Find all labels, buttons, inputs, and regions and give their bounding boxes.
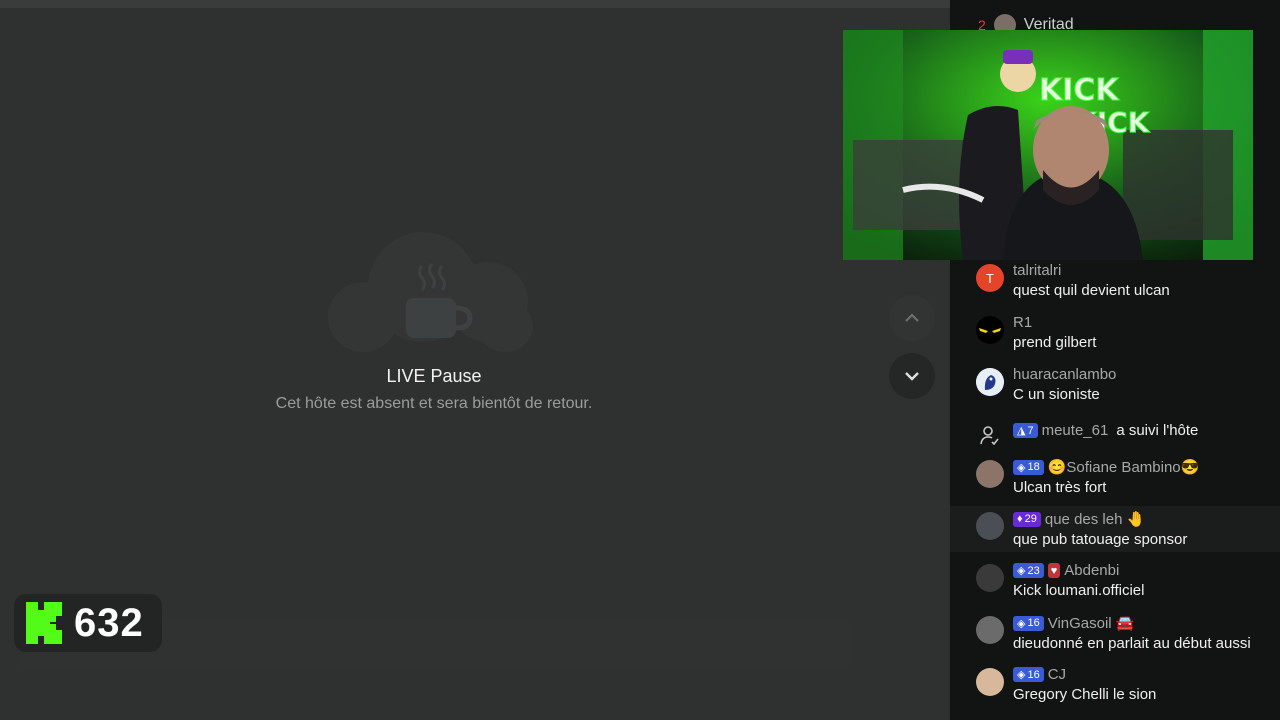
- subscriber-badge: ◮ 7: [1013, 423, 1038, 438]
- chat-message: huaracanlambo C un sioniste: [950, 364, 1280, 414]
- subscriber-badge: ◈ 23: [1013, 563, 1044, 578]
- chat-username[interactable]: R1: [1013, 314, 1032, 331]
- badge-count: 23: [1027, 564, 1040, 577]
- badge-count: 16: [1027, 617, 1040, 629]
- badge-icon: ◈: [1017, 617, 1026, 630]
- badge-icon: ◈: [1017, 669, 1026, 681]
- kick-logo-icon: [26, 602, 62, 644]
- subscriber-badge: ◈ 16: [1013, 667, 1044, 682]
- badge-count: 7: [1027, 424, 1034, 437]
- chevron-down-icon: [905, 372, 919, 381]
- badge-count: 16: [1027, 668, 1040, 681]
- chevron-up-icon: [905, 313, 919, 322]
- badge-icon: ◮: [1017, 425, 1026, 437]
- viewer-count-badge: 632: [14, 594, 162, 652]
- avatar[interactable]: [976, 668, 1004, 696]
- heart-badge-icon: ♥: [1047, 563, 1061, 578]
- badge-icon: ♦: [1017, 513, 1023, 525]
- avatar[interactable]: T: [976, 264, 1004, 292]
- chat-username[interactable]: 😊Sofiane Bambino😎: [1048, 458, 1200, 476]
- chat-message: ♦ 29 que des leh 🤚 que pub tatouage spons…: [950, 506, 1280, 552]
- badge-count: 18: [1027, 461, 1040, 473]
- badge-count: 29: [1024, 513, 1037, 525]
- chat-text: Kick loumani.officiel: [1013, 582, 1145, 599]
- chat-message: ◈ 16 VinGasoil 🚘 dieudonné en parlait au …: [950, 612, 1280, 662]
- chat-message: ◈ 16 CJ Gregory Chelli le sion: [950, 664, 1280, 714]
- next-stream-button[interactable]: [889, 353, 935, 399]
- chat-text: quest quil devient ulcan: [1013, 282, 1170, 299]
- avatar[interactable]: [976, 616, 1004, 644]
- avatar[interactable]: [976, 564, 1004, 592]
- chat-text: Gregory Chelli le sion: [1013, 686, 1157, 703]
- chat-text: Ulcan très fort: [1013, 479, 1107, 496]
- angry-eyes-icon: [976, 316, 1004, 344]
- subscriber-badge: ♦ 29: [1013, 511, 1041, 527]
- follow-event: ◮ 7 meute_61 a suivi l'hôte: [950, 420, 1280, 446]
- chat-username[interactable]: Abdenbi: [1064, 562, 1119, 579]
- bird-avatar-icon: [976, 368, 1004, 396]
- avatar[interactable]: [976, 368, 1004, 396]
- kick-neon-sign: KICK: [1039, 73, 1120, 108]
- chat-message: ◈ 18 😊Sofiane Bambino😎 Ulcan très fort: [950, 456, 1280, 506]
- follow-text: a suivi l'hôte: [1116, 422, 1199, 439]
- chat-message: R1 prend gilbert: [950, 312, 1280, 362]
- viewer-count: 632: [74, 600, 144, 645]
- chat-text: C un sioniste: [1013, 386, 1100, 403]
- chat-username[interactable]: VinGasoil 🚘: [1048, 614, 1135, 632]
- user-follow-icon: [980, 426, 999, 446]
- coffee-cup-icon: [406, 263, 473, 338]
- chat-username[interactable]: huaracanlambo: [1013, 366, 1116, 383]
- chat-username[interactable]: que des leh 🤚: [1045, 510, 1145, 528]
- chat-text: que pub tatouage sponsor: [1013, 531, 1188, 548]
- avatar-initial: T: [986, 270, 994, 286]
- previous-stream-button[interactable]: [889, 295, 935, 341]
- subscriber-badge: ◈ 18: [1013, 459, 1044, 475]
- avatar[interactable]: [976, 316, 1004, 344]
- badge-icon: ◈: [1017, 461, 1026, 474]
- chat-message: T talritalri quest quil devient ulcan: [950, 260, 1280, 310]
- chat-username[interactable]: CJ: [1048, 666, 1066, 683]
- subscriber-badge: ◈ 16: [1013, 615, 1044, 631]
- chat-message: ◈ 23 ♥ Abdenbi Kick loumani.officiel: [950, 560, 1280, 610]
- chat-text: dieudonné en parlait au début aussi: [1013, 635, 1251, 652]
- avatar[interactable]: [976, 512, 1004, 540]
- live-pause-title: LIVE Pause: [386, 366, 482, 386]
- chat-text: prend gilbert: [1013, 334, 1097, 351]
- chat-username[interactable]: meute_61: [1042, 422, 1109, 439]
- chat-username[interactable]: talritalri: [1013, 262, 1061, 279]
- webcam-overlay: KICK KICK: [843, 30, 1253, 260]
- live-pause-subtitle: Cet hôte est absent et sera bientôt de r…: [275, 395, 593, 412]
- avatar[interactable]: [976, 460, 1004, 488]
- top-progress-bar: [0, 0, 950, 8]
- badge-icon: ◈: [1017, 565, 1026, 577]
